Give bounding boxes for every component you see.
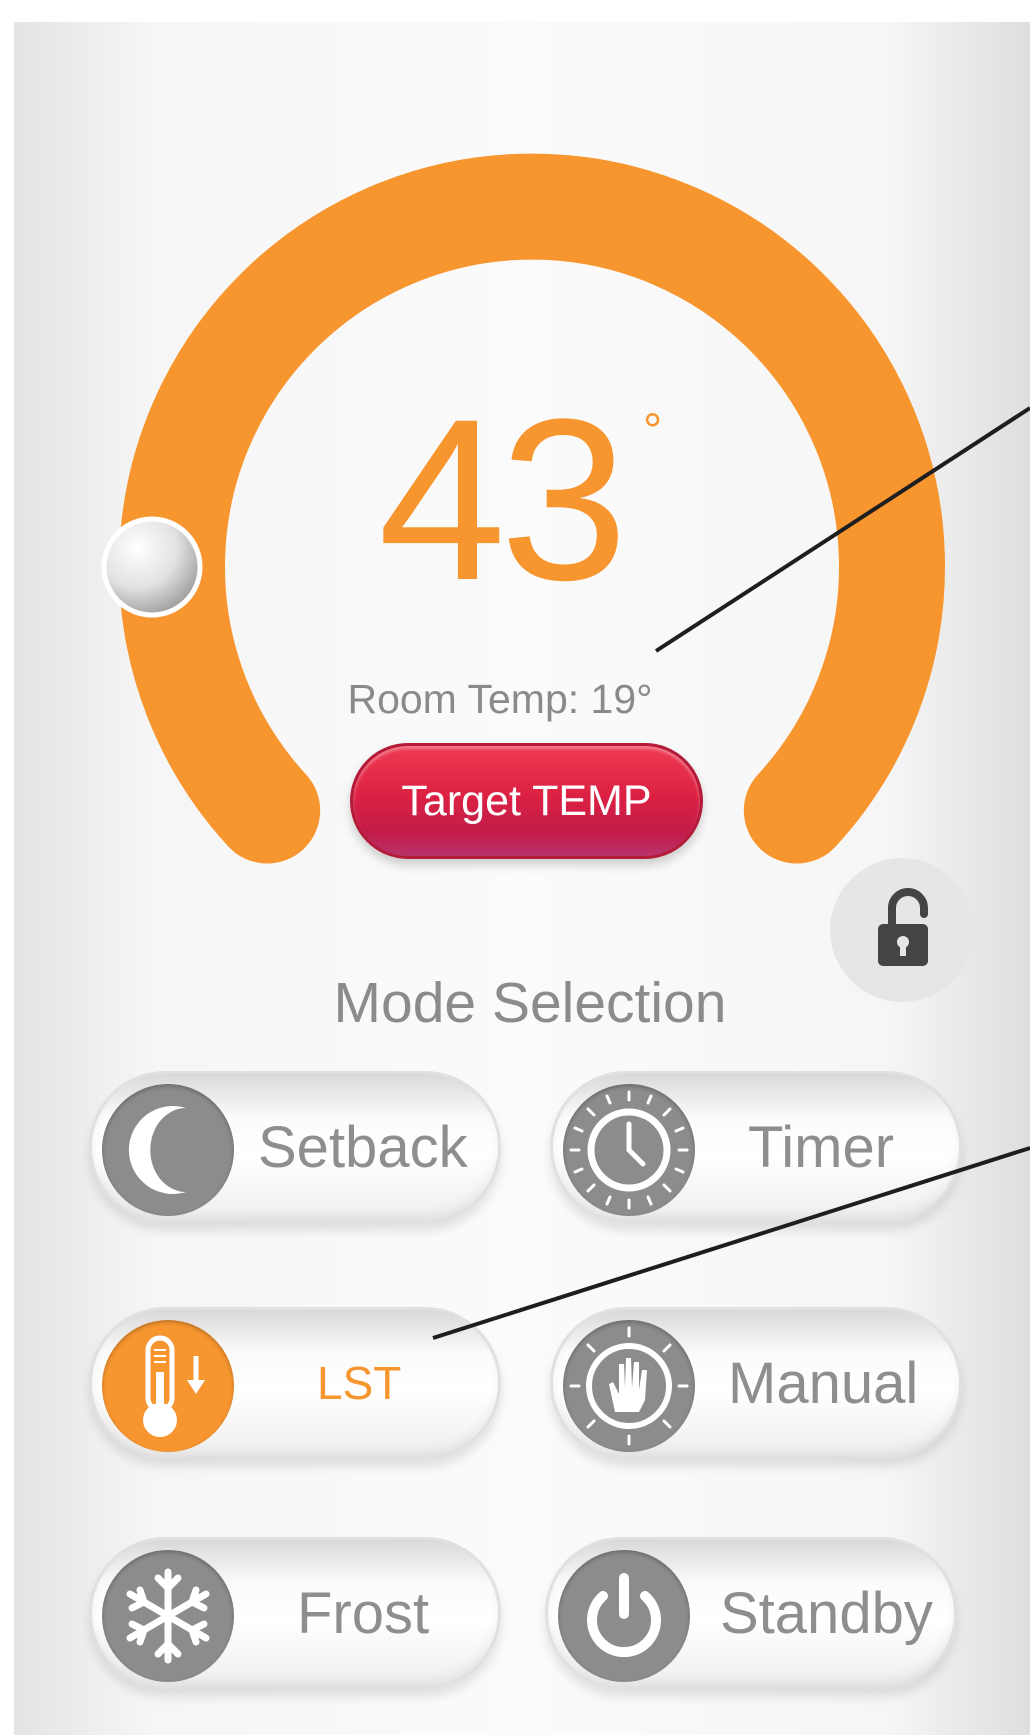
mode-label-manual: Manual [728, 1350, 919, 1416]
mode-button-standby[interactable]: Standby [545, 1537, 957, 1689]
snowflake-icon [102, 1550, 234, 1682]
target-temperature-value: 43 [378, 371, 628, 628]
mode-selection-title: Mode Selection [333, 971, 727, 1035]
mode-label-frost: Frost [297, 1580, 430, 1646]
room-temperature-label: Room Temp: 19° [347, 676, 653, 722]
hand-icon [563, 1320, 695, 1452]
mode-button-lst[interactable]: LST [89, 1307, 501, 1459]
lock-button[interactable] [830, 858, 974, 1002]
mode-button-manual[interactable]: Manual [550, 1307, 962, 1459]
mode-label-timer: Timer [748, 1114, 895, 1180]
unlocked-padlock-icon [878, 888, 928, 966]
clock-icon [563, 1084, 695, 1216]
thermometer-down-icon [102, 1320, 234, 1452]
degree-symbol: ° [643, 405, 663, 458]
mode-label-lst: LST [317, 1357, 402, 1409]
mode-button-frost[interactable]: Frost [89, 1537, 501, 1689]
mode-label-standby: Standby [720, 1580, 933, 1646]
moon-icon [102, 1084, 234, 1216]
mode-button-setback[interactable]: Setback [89, 1071, 501, 1223]
mode-button-timer[interactable]: Timer [550, 1071, 962, 1223]
target-temp-button[interactable]: Target TEMP [350, 743, 703, 859]
mode-label-setback: Setback [258, 1114, 468, 1180]
power-icon [558, 1550, 690, 1682]
dial-knob[interactable] [101, 516, 203, 618]
